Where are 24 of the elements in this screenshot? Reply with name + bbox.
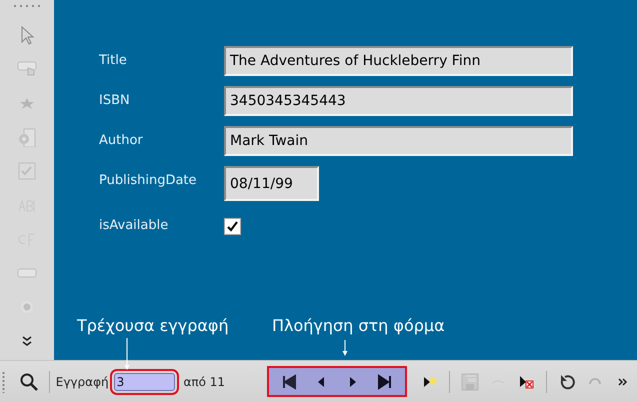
record-label: Εγγραφή	[56, 374, 109, 388]
record-count: από 11	[183, 374, 226, 388]
settings-page-icon	[17, 127, 37, 147]
field-label: Author	[99, 132, 144, 148]
annotation-label: Πλοήγηση στη φόρμα	[272, 316, 445, 335]
annotation-arrow	[124, 338, 130, 370]
search-icon	[18, 372, 39, 392]
field-label: isAvailable	[99, 217, 170, 233]
input-field[interactable]: The Adventures of Huckleberry Finn	[224, 46, 573, 76]
field-label: PublishingDate	[99, 172, 198, 188]
input-field[interactable]: 3450345345443	[224, 86, 573, 116]
previous-record-icon	[317, 376, 326, 388]
next-record-icon	[349, 376, 358, 388]
input-field[interactable]: Mark Twain	[224, 126, 573, 156]
annotation-label: Τρέχουσα εγγραφή	[77, 316, 229, 335]
field-label: Title	[99, 52, 128, 68]
annotation-arrow	[342, 340, 348, 356]
save-icon	[460, 372, 480, 392]
date-field[interactable]: 08/11/99	[224, 166, 319, 201]
checkbox-icon	[17, 161, 37, 181]
redo-icon	[589, 378, 601, 385]
field-label: ISBN	[99, 92, 131, 108]
chevron-right-icon	[618, 376, 628, 386]
checkbox[interactable]	[224, 218, 241, 235]
